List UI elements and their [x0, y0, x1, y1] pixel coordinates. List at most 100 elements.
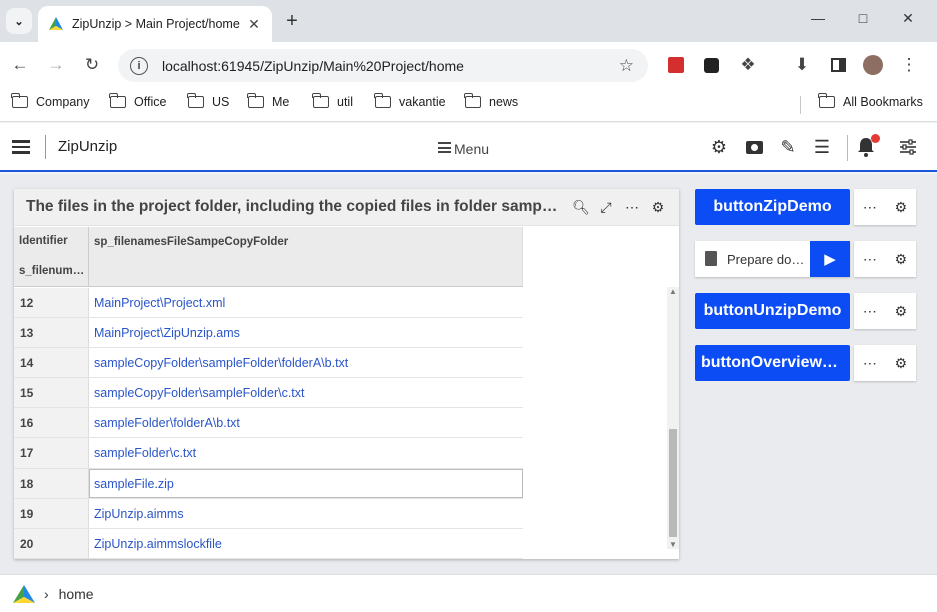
table-row: 14 sampleCopyFolder\sampleFolder\folderA\… — [14, 348, 523, 379]
menu-lines-icon — [438, 142, 451, 156]
aimms-logo-icon[interactable] — [12, 584, 36, 604]
row-id: 20 — [14, 528, 89, 558]
browser-tab[interactable]: ZipUnzip > Main Project/home ✕ — [38, 6, 272, 42]
bookmark-news[interactable]: news — [464, 93, 518, 109]
zip-demo-button[interactable]: buttonZipDemo — [695, 189, 850, 225]
overview-copy-button[interactable]: buttonOverviewCopy — [695, 345, 850, 381]
header-divider — [45, 135, 46, 159]
scroll-down-icon[interactable]: ▼ — [667, 540, 679, 549]
table-cell[interactable]: MainProject\Project.xml — [94, 296, 225, 310]
address-bar[interactable]: i localhost:61945/ZipUnzip/Main%20Projec… — [118, 49, 648, 82]
folder-icon — [464, 93, 481, 108]
table-row: 19 ZipUnzip.aimms — [14, 498, 523, 529]
minimize-icon[interactable]: — — [803, 10, 833, 26]
all-bookmarks[interactable]: All Bookmarks — [818, 93, 923, 109]
table-cell[interactable]: sampleFolder\folderA\b.txt — [94, 416, 240, 430]
settings-gear-icon[interactable]: ⚙ — [895, 355, 908, 372]
table-body: 12 MainProject\Project.xml 13 MainProject\… — [14, 288, 523, 559]
more-vert-icon[interactable]: ⋮ — [898, 54, 920, 76]
extension-dark-icon[interactable] — [700, 54, 722, 76]
window-close-icon[interactable]: ✕ — [893, 10, 923, 27]
more-options-icon[interactable]: ⋯ — [863, 199, 877, 216]
bookmarks-divider — [800, 96, 801, 114]
folder-icon — [109, 93, 126, 108]
settings-gear-icon[interactable]: ⚙ — [895, 303, 908, 320]
close-icon[interactable]: ✕ — [246, 16, 262, 33]
row-id: 18 — [14, 468, 89, 498]
bookmark-me[interactable]: Me — [247, 93, 289, 109]
more-options-icon[interactable]: ⋯ — [863, 303, 877, 320]
scroll-up-icon[interactable]: ▲ — [667, 287, 679, 296]
extension-red-icon[interactable] — [665, 54, 687, 76]
bookmark-vakantie[interactable]: vakantie — [374, 93, 446, 109]
table-row-selected: 18 sampleFile.zip — [14, 468, 523, 499]
table-row: 15 sampleCopyFolder\sampleFolder\c.txt — [14, 378, 523, 409]
bookmark-office[interactable]: Office — [109, 93, 166, 109]
zip-demo-options: ⋯ ⚙ — [854, 189, 916, 225]
download-icon[interactable]: ⬇ — [791, 54, 813, 76]
scrollbar-thumb[interactable] — [669, 429, 677, 537]
fullscreen-icon[interactable]: ⤢ — [597, 199, 615, 216]
tab-search-button[interactable]: ⌄ — [6, 8, 32, 34]
document-download-icon — [705, 251, 717, 266]
table-row: 16 sampleFolder\folderA\b.txt — [14, 408, 523, 439]
row-id: 17 — [14, 438, 89, 468]
browser-tab-strip: ⌄ ZipUnzip > Main Project/home ✕ + — □ ✕ — [0, 0, 937, 42]
table-cell[interactable]: ZipUnzip.aimms — [94, 507, 184, 521]
hamburger-menu-icon[interactable] — [12, 140, 30, 154]
value-column-header[interactable]: sp_filenamesFileSampeCopyFolder — [94, 236, 288, 248]
reload-icon[interactable]: ↻ — [81, 54, 103, 76]
index-header[interactable]: s_filenumber — [19, 265, 87, 277]
extensions-puzzle-icon[interactable]: ❖ — [737, 54, 759, 76]
filter-sliders-icon[interactable] — [897, 136, 919, 158]
table-cell[interactable]: sampleFolder\c.txt — [94, 446, 196, 460]
camera-icon[interactable] — [743, 136, 765, 158]
row-id: 15 — [14, 378, 89, 408]
widget-settings-icon[interactable]: ⚙ — [649, 199, 667, 216]
table-row: 13 MainProject\ZipUnzip.ams — [14, 318, 523, 349]
more-options-icon[interactable]: ⋯ — [863, 355, 877, 372]
bookmark-star-icon[interactable]: ☆ — [619, 56, 634, 76]
table-scrollbar[interactable]: ▲ ▼ — [667, 287, 679, 549]
url-text: localhost:61945/ZipUnzip/Main%20Project/… — [162, 57, 464, 74]
widget-header: The files in the project folder, includi… — [14, 189, 679, 226]
more-options-icon[interactable]: ⋯ — [623, 199, 641, 216]
table-widget: The files in the project folder, includi… — [14, 189, 679, 559]
settings-gear-icon[interactable]: ⚙ — [708, 136, 730, 158]
settings-gear-icon[interactable]: ⚙ — [895, 251, 908, 268]
menu-button[interactable]: Menu — [438, 141, 489, 157]
folder-icon — [11, 93, 28, 108]
settings-gear-icon[interactable]: ⚙ — [895, 199, 908, 216]
table-cell[interactable]: ZipUnzip.aimmslockfile — [94, 537, 222, 551]
side-panel-icon[interactable] — [827, 54, 849, 76]
list-icon[interactable]: ☰ — [811, 136, 833, 158]
forward-icon[interactable]: → — [45, 54, 67, 76]
new-tab-button[interactable]: + — [280, 9, 304, 33]
edit-pencil-icon[interactable]: ✎ — [777, 136, 799, 158]
profile-avatar[interactable] — [862, 54, 884, 76]
table-cell[interactable]: sampleFile.zip — [94, 477, 174, 491]
row-id: 19 — [14, 498, 89, 528]
table-cell[interactable]: MainProject\ZipUnzip.ams — [94, 326, 240, 340]
table-cell[interactable]: sampleCopyFolder\sampleFolder\c.txt — [94, 386, 305, 400]
bookmark-us[interactable]: US — [187, 93, 229, 109]
bookmark-company[interactable]: Company — [11, 93, 90, 109]
bookmark-util[interactable]: util — [312, 93, 353, 109]
chevron-down-icon: ⌄ — [14, 15, 24, 28]
site-info-icon[interactable]: i — [130, 56, 148, 75]
maximize-icon[interactable]: □ — [848, 10, 878, 26]
table-cell[interactable]: sampleCopyFolder\sampleFolder\folderA\b.… — [94, 356, 348, 370]
back-icon[interactable]: ← — [9, 54, 31, 76]
aimms-logo-icon — [49, 17, 63, 30]
row-header-column: Identifier s_filenumber — [14, 227, 89, 287]
more-options-icon[interactable]: ⋯ — [863, 251, 877, 268]
breadcrumb[interactable]: › home — [44, 586, 94, 602]
menu-label: Menu — [454, 141, 490, 157]
prepare-download-button[interactable]: Prepare download ▶ — [695, 241, 850, 277]
folder-icon — [247, 93, 264, 108]
app-footer: › home — [0, 574, 937, 612]
play-icon[interactable]: ▶ — [810, 241, 850, 277]
search-icon[interactable]: 🔍︎ — [572, 199, 590, 216]
unzip-demo-button[interactable]: buttonUnzipDemo — [695, 293, 850, 329]
row-id: 13 — [14, 318, 89, 348]
